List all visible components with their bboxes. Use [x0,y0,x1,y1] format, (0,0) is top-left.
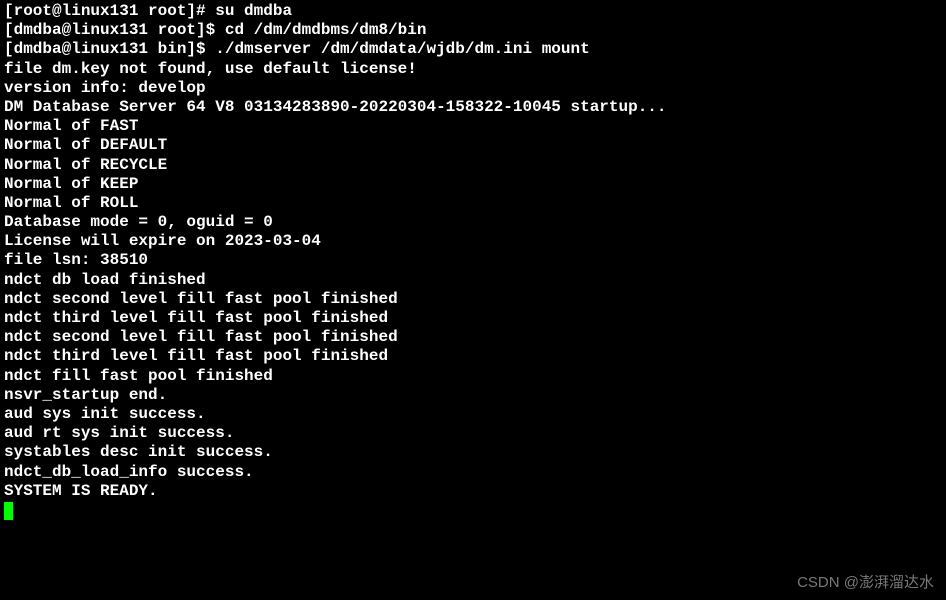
terminal-line: aud sys init success. [4,405,942,424]
terminal-line: ndct second level fill fast pool finishe… [4,290,942,309]
terminal-line: ndct fill fast pool finished [4,367,942,386]
terminal-line: ndct third level fill fast pool finished [4,309,942,328]
terminal-line: Normal of KEEP [4,175,942,194]
terminal-output[interactable]: [root@linux131 root]# su dmdba [dmdba@li… [4,2,942,520]
terminal-cursor-line[interactable] [4,501,942,520]
cursor-icon [4,502,13,520]
terminal-line: Normal of DEFAULT [4,136,942,155]
terminal-line: file lsn: 38510 [4,251,942,270]
terminal-line: ndct third level fill fast pool finished [4,347,942,366]
watermark: CSDN @澎湃溜达水 [797,574,934,592]
terminal-line: [root@linux131 root]# su dmdba [4,2,942,21]
terminal-line: nsvr_startup end. [4,386,942,405]
terminal-line: SYSTEM IS READY. [4,482,942,501]
terminal-line: Database mode = 0, oguid = 0 [4,213,942,232]
terminal-line: ndct second level fill fast pool finishe… [4,328,942,347]
terminal-line: ndct db load finished [4,271,942,290]
terminal-line: DM Database Server 64 V8 03134283890-202… [4,98,942,117]
terminal-line: [dmdba@linux131 root]$ cd /dm/dmdbms/dm8… [4,21,942,40]
terminal-line: version info: develop [4,79,942,98]
terminal-line: [dmdba@linux131 bin]$ ./dmserver /dm/dmd… [4,40,942,59]
terminal-line: file dm.key not found, use default licen… [4,60,942,79]
terminal-line: Normal of RECYCLE [4,156,942,175]
terminal-line: aud rt sys init success. [4,424,942,443]
terminal-line: systables desc init success. [4,443,942,462]
terminal-line: Normal of FAST [4,117,942,136]
terminal-line: ndct_db_load_info success. [4,463,942,482]
terminal-line: Normal of ROLL [4,194,942,213]
terminal-line: License will expire on 2023-03-04 [4,232,942,251]
